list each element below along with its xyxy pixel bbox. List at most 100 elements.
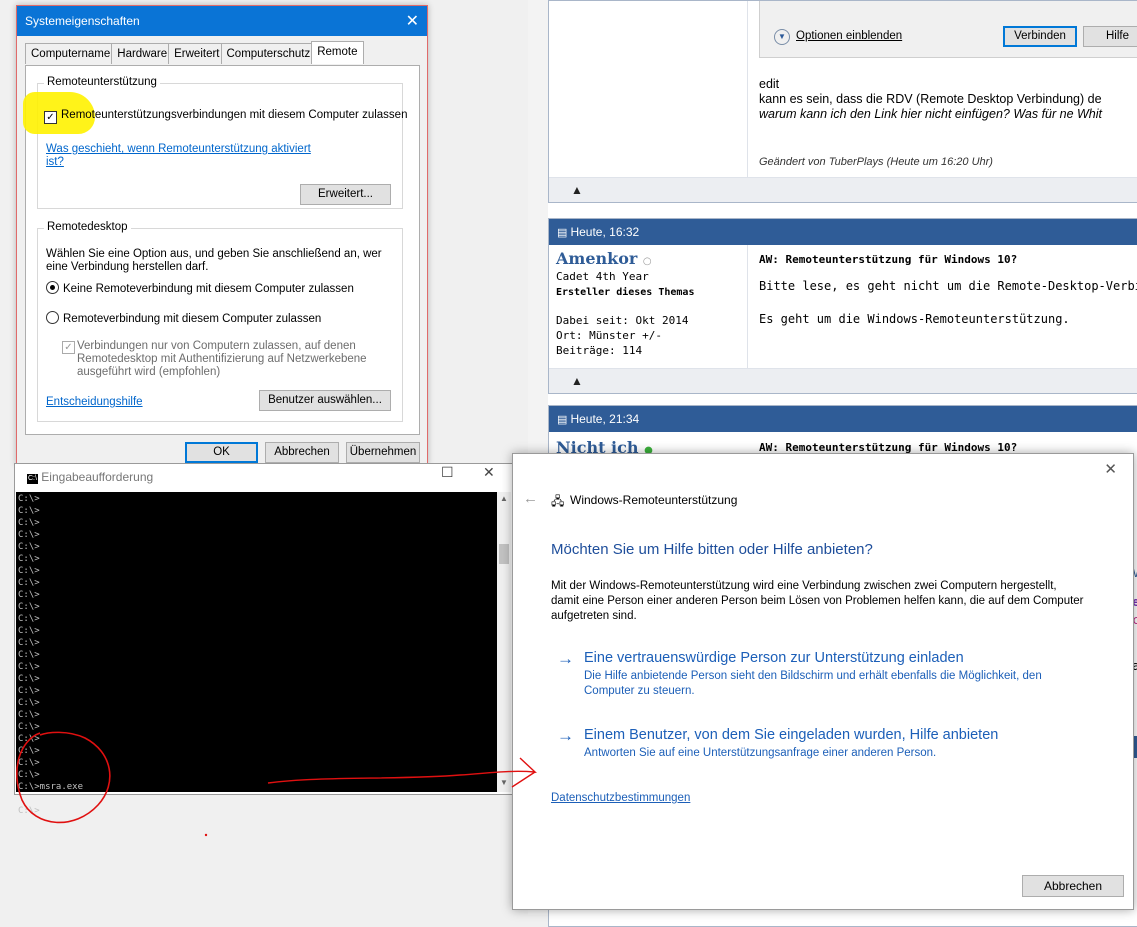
checkmark-icon: ✓ bbox=[62, 341, 75, 354]
intro-text: Mit der Windows-Remoteunterstützung wird… bbox=[551, 579, 1121, 624]
warning-icon[interactable]: ▲ bbox=[571, 183, 583, 197]
red-dot bbox=[204, 833, 208, 837]
options-toggle[interactable]: Optionen einblenden bbox=[796, 30, 902, 42]
nla-line: Remotedesktop mit Authentifizierung auf … bbox=[77, 353, 367, 365]
arrow-right-icon: → bbox=[557, 649, 574, 668]
tab-advanced[interactable]: Erweitert bbox=[168, 43, 226, 64]
document-icon: ▤ bbox=[557, 227, 571, 239]
warning-icon[interactable]: ▲ bbox=[571, 374, 583, 388]
rdp-panel: ▼ Optionen einblenden Verbinden Hilfe bbox=[759, 1, 1137, 58]
privacy-link[interactable]: Datenschutzbestimmungen bbox=[551, 792, 690, 804]
close-icon[interactable]: ✕ bbox=[483, 464, 495, 481]
offer-help-option[interactable]: → Einem Benutzer, von dem Sie eingeladen… bbox=[557, 726, 1117, 761]
radio-label: Remoteverbindung mit diesem Computer zul… bbox=[63, 313, 322, 325]
intro-line: aufgetreten sind. bbox=[551, 610, 637, 622]
what-happens-link[interactable]: Was geschieht, wenn Remoteunterstützung … bbox=[46, 143, 311, 169]
select-users-button[interactable]: Benutzer auswählen... bbox=[259, 390, 391, 411]
edited-by: Geändert von TuberPlays (Heute um 16:20 … bbox=[759, 156, 993, 168]
post-line: Bitte lese, es geht nicht um die Remote-… bbox=[759, 279, 1137, 293]
user-role: Ersteller dieses Themas bbox=[556, 287, 695, 298]
intro-line: eine Verbindung herstellen darf. bbox=[46, 261, 209, 273]
tab-hardware[interactable]: Hardware bbox=[111, 43, 174, 64]
edit-line: edit bbox=[759, 77, 780, 91]
option-title[interactable]: Eine vertrauenswürdige Person zur Unters… bbox=[557, 650, 1117, 666]
post-time: Heute, 16:32 bbox=[570, 225, 640, 239]
chevron-down-icon[interactable]: ▼ bbox=[774, 29, 790, 45]
radio-no-remote[interactable]: Keine Remoteverbindung mit diesem Comput… bbox=[46, 281, 354, 295]
connect-button[interactable]: Verbinden bbox=[1003, 26, 1077, 47]
back-arrow-icon[interactable]: ← bbox=[523, 490, 538, 507]
rd-intro: Wählen Sie eine Option aus, und geben Si… bbox=[46, 248, 382, 274]
scroll-thumb[interactable] bbox=[499, 544, 509, 564]
console-output[interactable]: C:\> C:\> C:\> C:\> C:\> C:\> C:\> C:\> … bbox=[16, 492, 497, 816]
command-prompt-window: C:\ Eingabeaufforderung ☐ ✕ C:\> C:\> C:… bbox=[14, 463, 513, 816]
dialog-title: Systemeigenschaften bbox=[25, 14, 140, 28]
post-subject: AW: Remoteunterstützung für Windows 10? bbox=[759, 253, 1018, 266]
scrollbar[interactable]: ▲ ▼ bbox=[497, 492, 511, 792]
group-legend: Remotedesktop bbox=[44, 221, 131, 233]
option-title[interactable]: Einem Benutzer, von dem Sie eingeladen w… bbox=[557, 727, 1117, 743]
post-time: Heute, 21:34 bbox=[570, 412, 640, 426]
option-desc: Antworten Sie auf eine Unterstützungsanf… bbox=[584, 747, 937, 759]
tab-system-protection[interactable]: Computerschutz bbox=[220, 43, 317, 64]
post-header: ▤ Heute, 21:34 bbox=[549, 406, 1137, 432]
checkmark-icon[interactable]: ✓ bbox=[44, 111, 57, 124]
user-posts: Beiträge: 114 bbox=[556, 344, 643, 357]
post-sidebar: Amenkor ○ Cadet 4th Year Ersteller diese… bbox=[549, 245, 748, 369]
tab-computername[interactable]: Computername bbox=[25, 43, 117, 64]
remote-tab-panel: Remoteunterstützung ✓ Remoteunterstützung… bbox=[23, 65, 420, 435]
nla-checkbox: ✓ Verbindungen nur von Computern zulasse… bbox=[62, 340, 367, 379]
radio-icon[interactable] bbox=[46, 281, 59, 294]
close-icon[interactable]: ✕ bbox=[406, 11, 419, 31]
scroll-down-icon[interactable]: ▼ bbox=[500, 778, 508, 787]
close-icon[interactable]: ✕ bbox=[1104, 460, 1117, 478]
help-button[interactable]: Hilfe bbox=[1083, 26, 1137, 47]
user-joined: Dabei seit: Okt 2014 bbox=[556, 314, 689, 327]
edit-text: edit kann es sein, dass die RDV (Remote … bbox=[759, 77, 1137, 122]
radio-icon[interactable] bbox=[46, 311, 59, 324]
arrow-right-icon: → bbox=[557, 726, 574, 745]
group-legend: Remoteunterstützung bbox=[44, 76, 160, 88]
link-line[interactable]: Was geschieht, wenn Remoteunterstützung … bbox=[46, 143, 311, 156]
ok-button[interactable]: OK bbox=[185, 442, 258, 463]
edit-line: kann es sein, dass die RDV (Remote Deskt… bbox=[759, 92, 1102, 106]
username[interactable]: Amenkor ○ bbox=[556, 249, 652, 268]
nla-line: ausgeführt wird (empfohlen) bbox=[77, 366, 221, 378]
invite-option[interactable]: → Eine vertrauenswürdige Person zur Unte… bbox=[557, 649, 1117, 699]
cmd-icon: C:\ bbox=[27, 474, 38, 484]
link-line[interactable]: ist? bbox=[46, 156, 311, 169]
tab-strip: Computername Hardware Erweitert Computersch… bbox=[25, 41, 364, 65]
forum-post-edit: ▼ Optionen einblenden Verbinden Hilfe ed… bbox=[548, 0, 1137, 203]
post-sidebar bbox=[549, 1, 748, 178]
post-footer: ▲ bbox=[549, 368, 1137, 393]
radio-label: Keine Remoteverbindung mit diesem Comput… bbox=[63, 283, 354, 295]
cmd-titlebar: C:\ Eingabeaufforderung bbox=[15, 464, 512, 492]
tab-remote[interactable]: Remote bbox=[311, 41, 364, 64]
user-rank: Cadet 4th Year bbox=[556, 270, 649, 283]
scroll-up-icon[interactable]: ▲ bbox=[500, 494, 508, 503]
option-desc: Die Hilfe anbietende Person sieht den Bi… bbox=[557, 669, 1117, 699]
nla-line: Verbindungen nur von Computern zulassen,… bbox=[77, 340, 356, 352]
desc-line: Computer zu steuern. bbox=[584, 685, 695, 697]
edit-line: warum kann ich den Link hier nicht einfü… bbox=[759, 107, 1103, 121]
user-info: Dabei seit: Okt 2014 Ort: Münster +/- Be… bbox=[556, 313, 688, 358]
maximize-icon[interactable]: ☐ bbox=[441, 464, 454, 481]
window-title: Windows-Remoteunterstützung bbox=[570, 493, 738, 507]
decision-help-link[interactable]: Entscheidungshilfe bbox=[46, 396, 143, 408]
advanced-button[interactable]: Erweitert... bbox=[300, 184, 391, 205]
radio-allow-remote[interactable]: Remoteverbindung mit diesem Computer zul… bbox=[46, 311, 321, 325]
remote-assistance-icon: 🖧 bbox=[551, 494, 565, 508]
system-properties-dialog: Systemeigenschaften ✕ Computername Hardwa… bbox=[16, 5, 428, 465]
post-line: Es geht um die Windows-Remoteunterstützu… bbox=[759, 312, 1070, 326]
post-header: ▤ Heute, 16:32 bbox=[549, 219, 1137, 245]
page-heading: Möchten Sie um Hilfe bitten oder Hilfe a… bbox=[551, 541, 873, 558]
cancel-button[interactable]: Abbrechen bbox=[1022, 875, 1124, 897]
intro-line: Wählen Sie eine Option aus, und geben Si… bbox=[46, 248, 382, 260]
dialog-titlebar: Systemeigenschaften bbox=[17, 6, 427, 36]
cancel-button[interactable]: Abbrechen bbox=[265, 442, 339, 463]
forum-post-amenkor: ▤ Heute, 16:32 Amenkor ○ Cadet 4th Year … bbox=[548, 218, 1137, 394]
document-icon: ▤ bbox=[557, 414, 571, 426]
apply-button[interactable]: Übernehmen bbox=[346, 442, 420, 463]
remote-assistance-checkbox[interactable]: ✓ Remoteunterstützungsverbindungen mit di… bbox=[44, 109, 407, 124]
user-location: Ort: Münster +/- bbox=[556, 329, 662, 342]
